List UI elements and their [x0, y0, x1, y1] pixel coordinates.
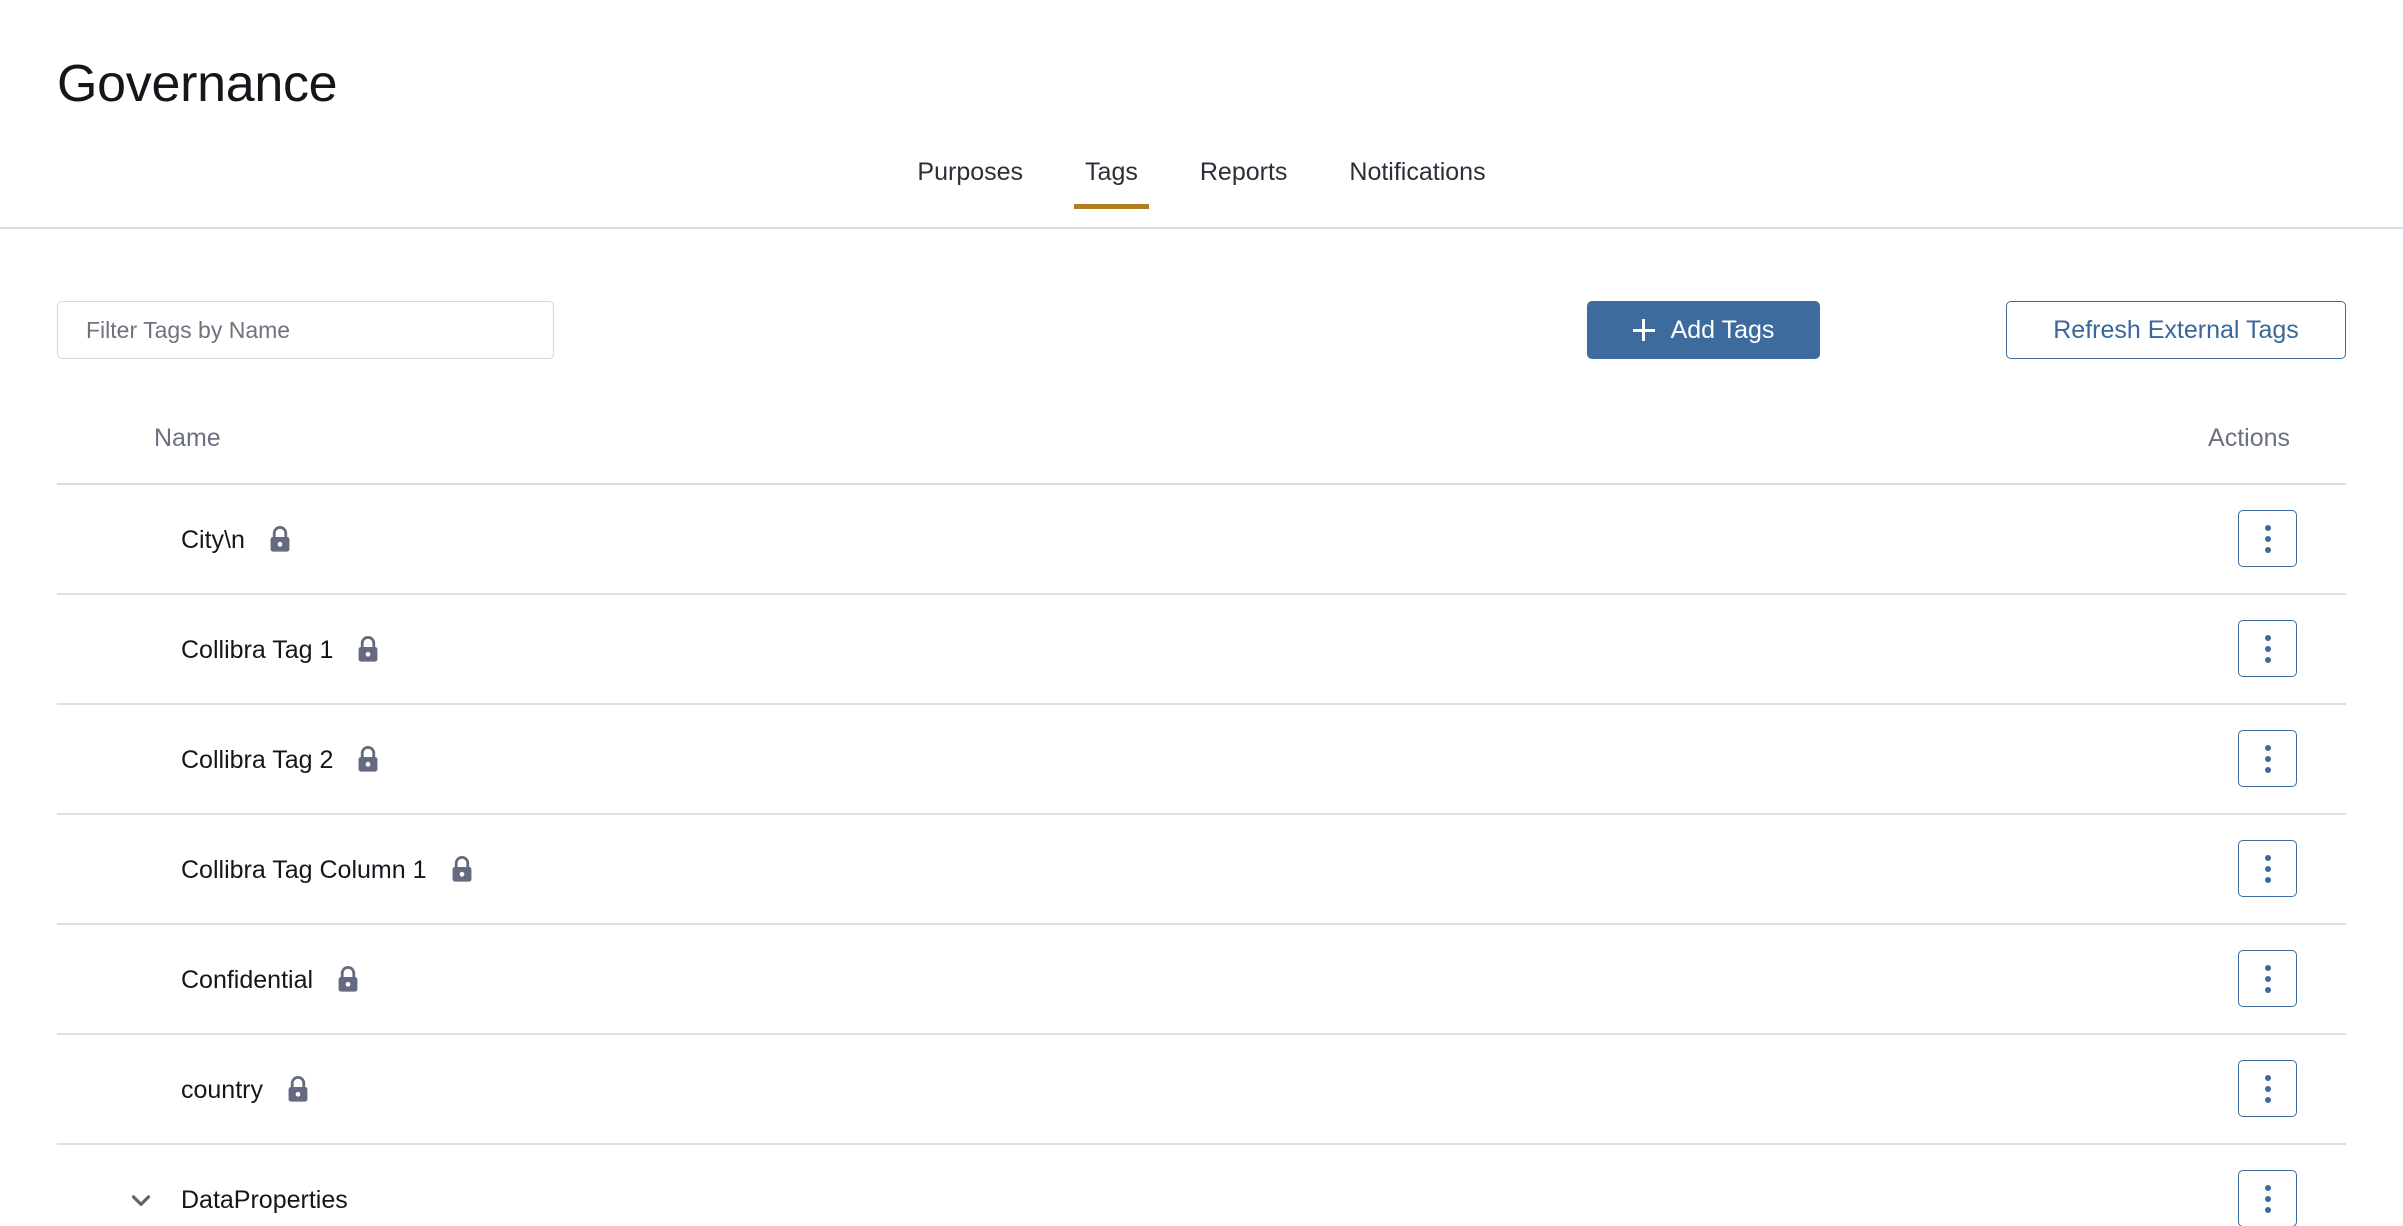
lock-icon	[267, 525, 293, 555]
refresh-external-tags-label: Refresh External Tags	[2053, 316, 2299, 345]
tag-name: Collibra Tag 1	[181, 638, 333, 663]
tab-notifications[interactable]: Notifications	[1318, 160, 1516, 209]
row-actions-kebab-menu-icon[interactable]	[2238, 730, 2297, 787]
chevron-down-icon[interactable]	[123, 1182, 159, 1218]
kebab-dot	[2265, 855, 2271, 861]
row-name-cell: City\n	[123, 485, 293, 595]
row-name-cell: Collibra Tag 2	[123, 705, 381, 815]
row-name-cell: Collibra Tag Column 1	[123, 815, 475, 925]
tag-name: Collibra Tag Column 1	[181, 858, 427, 883]
expand-spacer	[123, 962, 159, 998]
kebab-dot	[2265, 877, 2271, 883]
lock-icon	[285, 1075, 311, 1105]
column-header-actions: Actions	[2208, 426, 2290, 451]
row-name-cell: Confidential	[123, 925, 361, 1035]
table-row: Collibra Tag 1	[57, 595, 2346, 705]
lock-icon	[449, 855, 475, 885]
kebab-dot	[2265, 1086, 2271, 1092]
table-row: City\n	[57, 485, 2346, 595]
table-row: Confidential	[57, 925, 2346, 1035]
kebab-dot	[2265, 745, 2271, 751]
lock-icon	[335, 965, 361, 995]
page-header: Governance Purposes Tags Reports Notificati…	[0, 0, 2403, 229]
table-row: Collibra Tag 2	[57, 705, 2346, 815]
expand-spacer	[123, 632, 159, 668]
kebab-dot	[2265, 1207, 2271, 1213]
row-actions-kebab-menu-icon[interactable]	[2238, 950, 2297, 1007]
kebab-dot	[2265, 866, 2271, 872]
expand-spacer	[123, 522, 159, 558]
kebab-dot	[2265, 1097, 2271, 1103]
governance-page: Governance Purposes Tags Reports Notificati…	[0, 0, 2403, 1226]
lock-icon	[355, 745, 381, 775]
table-toolbar: Add Tags Refresh External Tags	[0, 229, 2403, 399]
tag-name: City\n	[181, 528, 245, 553]
kebab-dot	[2265, 646, 2271, 652]
expand-spacer	[123, 1072, 159, 1108]
tab-label: Tags	[1085, 158, 1138, 186]
row-actions-kebab-menu-icon[interactable]	[2238, 510, 2297, 567]
kebab-dot	[2265, 1185, 2271, 1191]
table-body: City\n Collibra Tag 1 Collibra Tag 2 Collib…	[57, 485, 2346, 1226]
add-tags-button[interactable]: Add Tags	[1587, 301, 1820, 359]
kebab-dot	[2265, 1075, 2271, 1081]
tag-name: Collibra Tag 2	[181, 748, 333, 773]
row-name-cell: country	[123, 1035, 311, 1145]
main-tabs: Purposes Tags Reports Notifications	[0, 160, 2403, 209]
row-name-cell: Collibra Tag 1	[123, 595, 381, 705]
row-actions-kebab-menu-icon[interactable]	[2238, 1060, 2297, 1117]
tab-tags[interactable]: Tags	[1054, 160, 1169, 209]
filter-tags-input[interactable]	[57, 301, 554, 359]
kebab-dot	[2265, 965, 2271, 971]
column-header-name: Name	[154, 426, 221, 451]
tag-name: DataProperties	[181, 1188, 348, 1213]
lock-icon	[355, 635, 381, 665]
refresh-external-tags-button[interactable]: Refresh External Tags	[2006, 301, 2346, 359]
table-row: country	[57, 1035, 2346, 1145]
row-name-cell: DataProperties	[123, 1145, 348, 1226]
tags-table: Name Actions City\n Collibra Tag 1 Collibr…	[57, 399, 2346, 1226]
tab-purposes[interactable]: Purposes	[886, 160, 1054, 209]
kebab-dot	[2265, 987, 2271, 993]
expand-spacer	[123, 852, 159, 888]
table-header-row: Name Actions	[57, 399, 2346, 485]
tab-label: Notifications	[1349, 158, 1485, 186]
add-tags-label: Add Tags	[1671, 316, 1775, 345]
row-actions-kebab-menu-icon[interactable]	[2238, 1170, 2297, 1226]
page-title: Governance	[57, 58, 337, 110]
kebab-dot	[2265, 635, 2271, 641]
kebab-dot	[2265, 547, 2271, 553]
table-row: Collibra Tag Column 1	[57, 815, 2346, 925]
table-row: DataProperties	[57, 1145, 2346, 1226]
tab-reports[interactable]: Reports	[1169, 160, 1319, 209]
kebab-dot	[2265, 657, 2271, 663]
row-actions-kebab-menu-icon[interactable]	[2238, 620, 2297, 677]
tag-name: Confidential	[181, 968, 313, 993]
kebab-dot	[2265, 756, 2271, 762]
kebab-dot	[2265, 767, 2271, 773]
kebab-dot	[2265, 976, 2271, 982]
row-actions-kebab-menu-icon[interactable]	[2238, 840, 2297, 897]
tag-name: country	[181, 1078, 263, 1103]
kebab-dot	[2265, 525, 2271, 531]
tab-label: Purposes	[917, 158, 1023, 186]
tab-label: Reports	[1200, 158, 1288, 186]
kebab-dot	[2265, 536, 2271, 542]
plus-icon	[1633, 319, 1655, 341]
kebab-dot	[2265, 1196, 2271, 1202]
expand-spacer	[123, 742, 159, 778]
